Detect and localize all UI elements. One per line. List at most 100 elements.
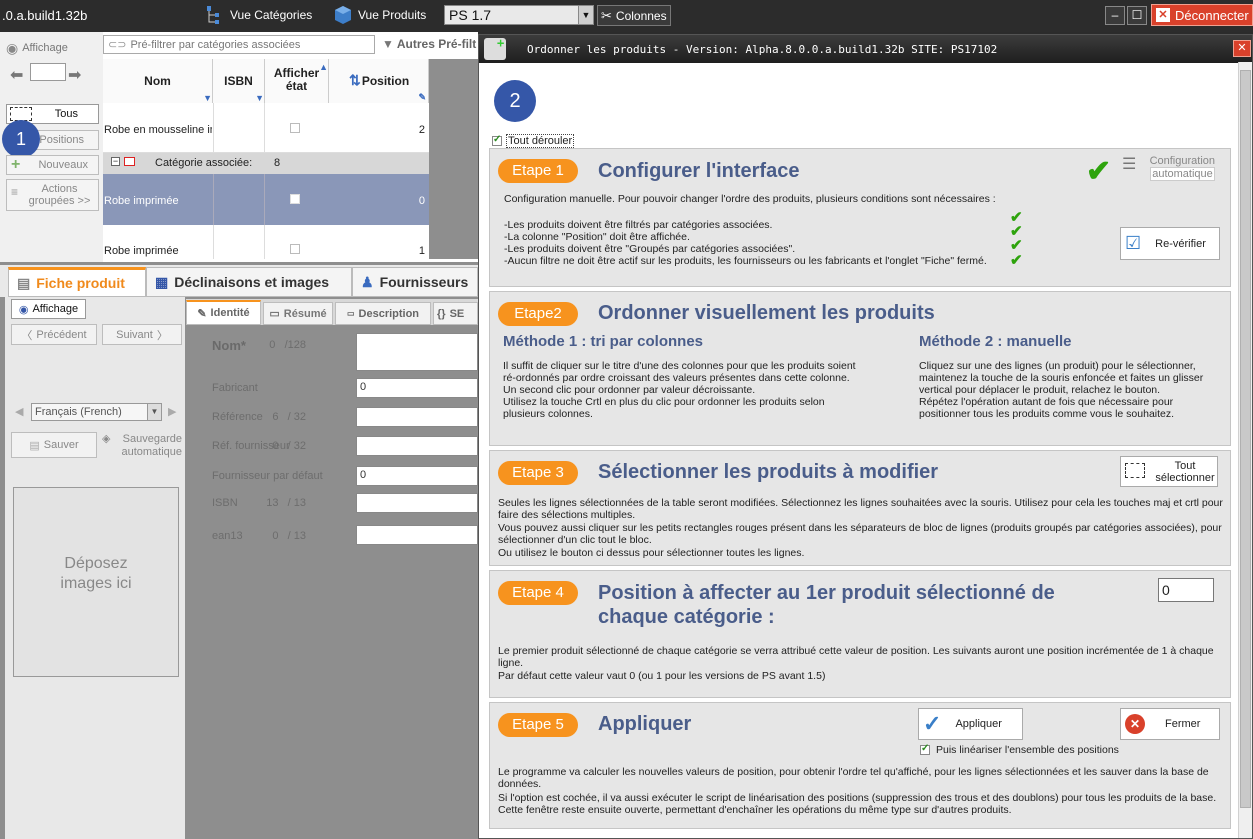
link-icon: ⊂⊃ xyxy=(108,39,127,51)
sauvegarde-auto-toggle[interactable]: ◈ Sauvegarde automatique xyxy=(102,433,182,461)
affichage-button[interactable]: ◉ Affichage xyxy=(11,299,86,319)
collapse-icon[interactable]: − xyxy=(111,157,120,166)
row-checkbox[interactable] xyxy=(290,123,300,136)
nom-input[interactable] xyxy=(356,333,478,371)
automatique-label: automatique xyxy=(121,446,182,458)
col-afficher-etat-header[interactable]: Afficher état ▲ xyxy=(265,59,329,103)
row-checkbox[interactable] xyxy=(290,244,300,257)
filter-icon[interactable]: ▼ xyxy=(255,93,264,103)
filter-icon[interactable]: ▼ xyxy=(203,93,212,103)
table-row[interactable]: Robe en mousseline im 2 xyxy=(103,103,429,153)
row-checkbox[interactable] xyxy=(290,194,300,207)
save-icon: ▤ xyxy=(29,439,40,452)
method1-line: plusieurs colonnes. xyxy=(503,408,593,420)
field-count: 13 / 13 xyxy=(266,497,306,509)
arrow-right-icon[interactable]: ➡ xyxy=(68,65,81,85)
appliquer-button[interactable]: ✓ Appliquer xyxy=(918,708,1023,740)
tab-fournisseurs-label: Fournisseurs xyxy=(379,274,469,290)
tab-fiche-produit[interactable]: ▤ Fiche produit xyxy=(8,267,146,297)
minimize-button[interactable]: – xyxy=(1105,6,1125,25)
subtab-identite[interactable]: ✎ Identité xyxy=(186,300,261,325)
eye-icon: ◉ xyxy=(6,39,19,56)
people-icon: ♟ xyxy=(361,273,374,290)
ps-version-select[interactable]: PS 1.7 ▼ xyxy=(444,5,594,25)
dialog-scrollbar[interactable] xyxy=(1238,62,1252,838)
tool-icon: ✎ xyxy=(418,92,426,102)
reverifier-label: Re-vérifier xyxy=(1155,237,1206,250)
config-auto-line2: automatique xyxy=(1150,167,1215,181)
scrollbar-thumb[interactable] xyxy=(1240,70,1251,808)
dialog-close-button[interactable]: ✕ xyxy=(1233,40,1251,57)
colonnes-label: Colonnes xyxy=(615,8,667,23)
suivant-button[interactable]: Suivant 〉 xyxy=(102,324,182,345)
grid-icon: ▦ xyxy=(155,273,169,290)
fournisseur-defaut-input[interactable]: 0 xyxy=(356,466,478,486)
check-icon: ✔ xyxy=(1010,252,1023,269)
autres-filters-button[interactable]: ▼ Autres Pré-filt xyxy=(382,37,476,51)
method1-title: Méthode 1 : tri par colonnes xyxy=(503,333,704,350)
tab-fiche-label: Fiche produit xyxy=(36,275,125,291)
step4-line: ligne. xyxy=(498,657,524,669)
colonnes-button[interactable]: ✂ Colonnes xyxy=(597,5,671,26)
tout-derouler-label: Tout dérouler xyxy=(506,134,575,148)
maximize-button[interactable]: ☐ xyxy=(1127,6,1147,25)
table-row[interactable]: Robe imprimée 0 xyxy=(103,174,429,225)
ref-fournisseur-input[interactable] xyxy=(356,436,478,456)
cube-icon xyxy=(335,6,351,24)
subtab-resume[interactable]: ▭ Résumé xyxy=(263,302,333,325)
fermer-button[interactable]: ✕ Fermer xyxy=(1120,708,1220,740)
appliquer-label: Appliquer xyxy=(955,718,1002,730)
chevron-down-icon: ▼ xyxy=(147,404,161,420)
tout-selectionner-button[interactable]: Tout sélectionner xyxy=(1120,456,1218,487)
affichage-toggle[interactable]: ◉ Affichage xyxy=(6,37,99,59)
arrow-left-icon[interactable]: ⬅ xyxy=(10,65,23,85)
vue-produits-button[interactable]: Vue Produits xyxy=(332,4,426,26)
reverifier-button[interactable]: ☑ Re-vérifier xyxy=(1120,227,1220,260)
affichage-label: Affichage xyxy=(22,42,68,54)
table-row[interactable]: Robe imprimée 1 xyxy=(103,225,429,259)
image-drop-zone[interactable]: Déposez images ici xyxy=(13,487,179,677)
field-label: ISBN xyxy=(212,497,238,509)
col-isbn-header[interactable]: ISBN ▼ xyxy=(213,59,265,103)
tout-derouler-checkbox[interactable]: Tout dérouler xyxy=(492,134,575,148)
config-auto-button[interactable]: ☰ Configuration automatique xyxy=(1122,155,1217,183)
subtab-seo[interactable]: {} SE xyxy=(433,302,478,325)
lang-prev-icon[interactable]: ◀ xyxy=(15,405,23,418)
vue-categories-button[interactable]: Vue Catégories xyxy=(204,4,312,26)
col-nom-header[interactable]: Nom ▼ xyxy=(103,59,213,103)
reference-input[interactable] xyxy=(356,407,478,427)
lineariser-checkbox[interactable]: Puis linéariser l'ensemble des positions xyxy=(920,743,1119,756)
actions-groupees-button[interactable]: ≡ Actions groupées >> xyxy=(6,179,99,211)
fabricant-input[interactable]: 0 xyxy=(356,378,478,398)
checkbox-check-icon: ☑ xyxy=(1125,233,1142,253)
ean13-input[interactable] xyxy=(356,525,478,545)
language-select[interactable]: Français (French) ▼ xyxy=(31,403,162,421)
subtab-description[interactable]: ▭ Description xyxy=(335,302,431,325)
position-start-input[interactable]: 0 xyxy=(1158,578,1214,602)
subtab-seo-label: SE xyxy=(449,307,465,320)
category-tree-icon xyxy=(207,6,219,24)
lang-next-icon[interactable]: ▶ xyxy=(168,405,176,418)
dialog-title-bar: + Ordonner les produits - Version: Alpha… xyxy=(479,35,1252,63)
group-select-icon[interactable] xyxy=(124,157,135,166)
precedent-button[interactable]: 〈 Précédent xyxy=(11,324,97,345)
col-isbn-label: ISBN xyxy=(224,74,253,88)
suivant-label: Suivant xyxy=(116,328,153,341)
method2-line: Cliquez sur une des lignes (un produit) … xyxy=(919,360,1196,372)
col-position-header[interactable]: ⇅ Position ✎ xyxy=(329,59,429,103)
chevron-right-icon: 〉 xyxy=(156,329,168,342)
tab-fournisseurs[interactable]: ♟ Fournisseurs xyxy=(352,267,478,297)
nouveaux-button[interactable]: + Nouveaux xyxy=(6,155,99,175)
prefilter-select[interactable]: ⊂⊃ Pré-filtrer par catégories associées xyxy=(103,35,375,54)
ps-version-value: PS 1.7 xyxy=(449,7,492,23)
actions-label-1: Actions xyxy=(41,183,78,195)
isbn-input[interactable] xyxy=(356,493,478,513)
step1-condition: -Les produits doivent être "Groupés par … xyxy=(504,243,796,255)
step3-line: faire des sélections multiples. xyxy=(498,509,636,521)
step3-section: Etape 3 Sélectionner les produits à modi… xyxy=(489,450,1231,566)
page-input[interactable] xyxy=(30,63,66,81)
deconnecter-button[interactable]: ✕ Déconnecter xyxy=(1151,4,1253,26)
sauver-button[interactable]: ▤ Sauver xyxy=(11,432,97,458)
prefilter-placeholder: Pré-filtrer par catégories associées xyxy=(130,38,301,51)
tab-declinaisons[interactable]: ▦ Déclinaisons et images xyxy=(146,267,352,297)
